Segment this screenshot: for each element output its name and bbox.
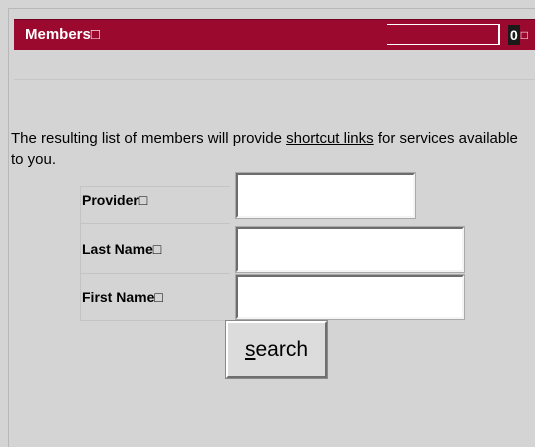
counter-glyph: □ — [520, 27, 529, 42]
search-button[interactable]: s earch — [225, 320, 328, 379]
form-grid-line — [80, 223, 230, 224]
search-button-access-key: s — [244, 337, 256, 361]
header-title: Members□ — [25, 26, 100, 43]
form-grid-line — [80, 273, 230, 274]
last-name-label: Last Name□ — [82, 241, 162, 257]
intro-text-start: The resulting list of members will provi… — [11, 130, 287, 147]
form-grid-line — [80, 186, 81, 320]
header-separator — [14, 79, 535, 80]
frame-top-border — [8, 8, 535, 9]
first-name-input[interactable] — [235, 274, 465, 320]
provider-input[interactable] — [235, 172, 416, 219]
header-box-divider — [498, 24, 500, 45]
frame-left-border — [8, 8, 9, 447]
members-header: Members□ 0 □ — [14, 19, 535, 50]
first-name-label: First Name□ — [82, 289, 163, 305]
intro-text: The resulting list of members will provi… — [11, 128, 531, 170]
last-name-input[interactable] — [235, 226, 465, 273]
page-frame: Members□ 0 □ The resulting list of membe… — [0, 0, 535, 447]
provider-label: Provider□ — [82, 192, 148, 208]
member-count-badge: 0 □ — [508, 23, 528, 46]
shortcut-links-link[interactable]: shortcut links — [286, 130, 374, 147]
member-count: 0 — [508, 24, 520, 45]
search-button-label: earch — [255, 337, 309, 361]
header-box — [387, 24, 500, 45]
form-grid-line — [80, 320, 230, 321]
form-grid-line — [80, 186, 230, 187]
